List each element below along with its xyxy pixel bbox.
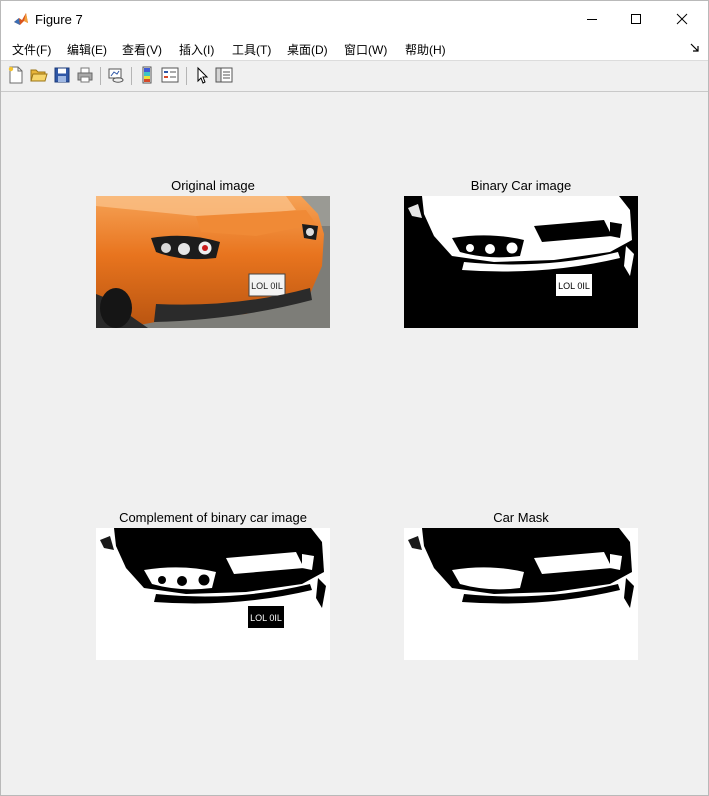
menu-insert[interactable]: 插入(I) [179,41,214,58]
menu-edit[interactable]: 编辑(E) [67,41,107,58]
link-plot-icon[interactable] [107,66,125,84]
print-icon[interactable] [76,66,94,84]
menu-file[interactable]: 文件(F) [12,41,51,58]
figure-window: Figure 7 文件(F) 编辑(E) 查看(V) 插入(I) 工具(T) 桌… [0,0,709,796]
binary-car-image: LOL 0IL [404,196,638,328]
new-figure-icon[interactable] [7,66,25,84]
license-plate-text: LOL 0IL [250,613,282,623]
maximize-icon [631,14,641,24]
window-title: Figure 7 [35,12,83,27]
figure-toolbar [1,60,708,92]
original-image-axes: LOL 0IL [96,196,330,328]
close-button[interactable] [659,1,705,37]
edit-plot-arrow-icon[interactable] [193,66,211,84]
subplot-title-car-mask: Car Mask [493,510,549,525]
binary-image-axes: LOL 0IL [404,196,638,328]
license-plate-text: LOL 0IL [558,281,590,291]
close-icon [676,13,688,25]
maximize-button[interactable] [613,1,659,37]
toolbar-separator [100,67,101,85]
menu-desktop[interactable]: 桌面(D) [287,41,328,58]
car-mask-axes [404,528,638,660]
subplot-title-complement: Complement of binary car image [119,510,307,525]
matlab-logo-icon [13,11,29,27]
property-inspector-icon[interactable] [215,66,233,84]
menu-view[interactable]: 查看(V) [122,41,162,58]
title-bar: Figure 7 [1,1,708,37]
complement-image-axes: LOL 0IL [96,528,330,660]
toolbar-separator [186,67,187,85]
original-car-image: LOL 0IL [96,196,330,328]
menu-tools[interactable]: 工具(T) [232,41,271,58]
toolbar-separator [131,67,132,85]
dock-arrow-icon[interactable] [690,43,700,53]
menu-window[interactable]: 窗口(W) [344,41,387,58]
minimize-button[interactable] [569,1,615,37]
menu-bar: 文件(F) 编辑(E) 查看(V) 插入(I) 工具(T) 桌面(D) 窗口(W… [1,37,708,60]
car-mask-image [404,528,638,660]
minimize-icon [587,19,597,20]
open-file-icon[interactable] [30,66,48,84]
subplot-title-original: Original image [171,178,255,193]
save-icon[interactable] [53,66,71,84]
license-plate-text: LOL 0IL [251,281,283,291]
subplot-title-binary: Binary Car image [470,178,572,193]
insert-legend-icon[interactable] [161,66,179,84]
complement-car-image: LOL 0IL [96,528,330,660]
menu-help[interactable]: 帮助(H) [405,41,446,58]
insert-colorbar-icon[interactable] [138,66,156,84]
